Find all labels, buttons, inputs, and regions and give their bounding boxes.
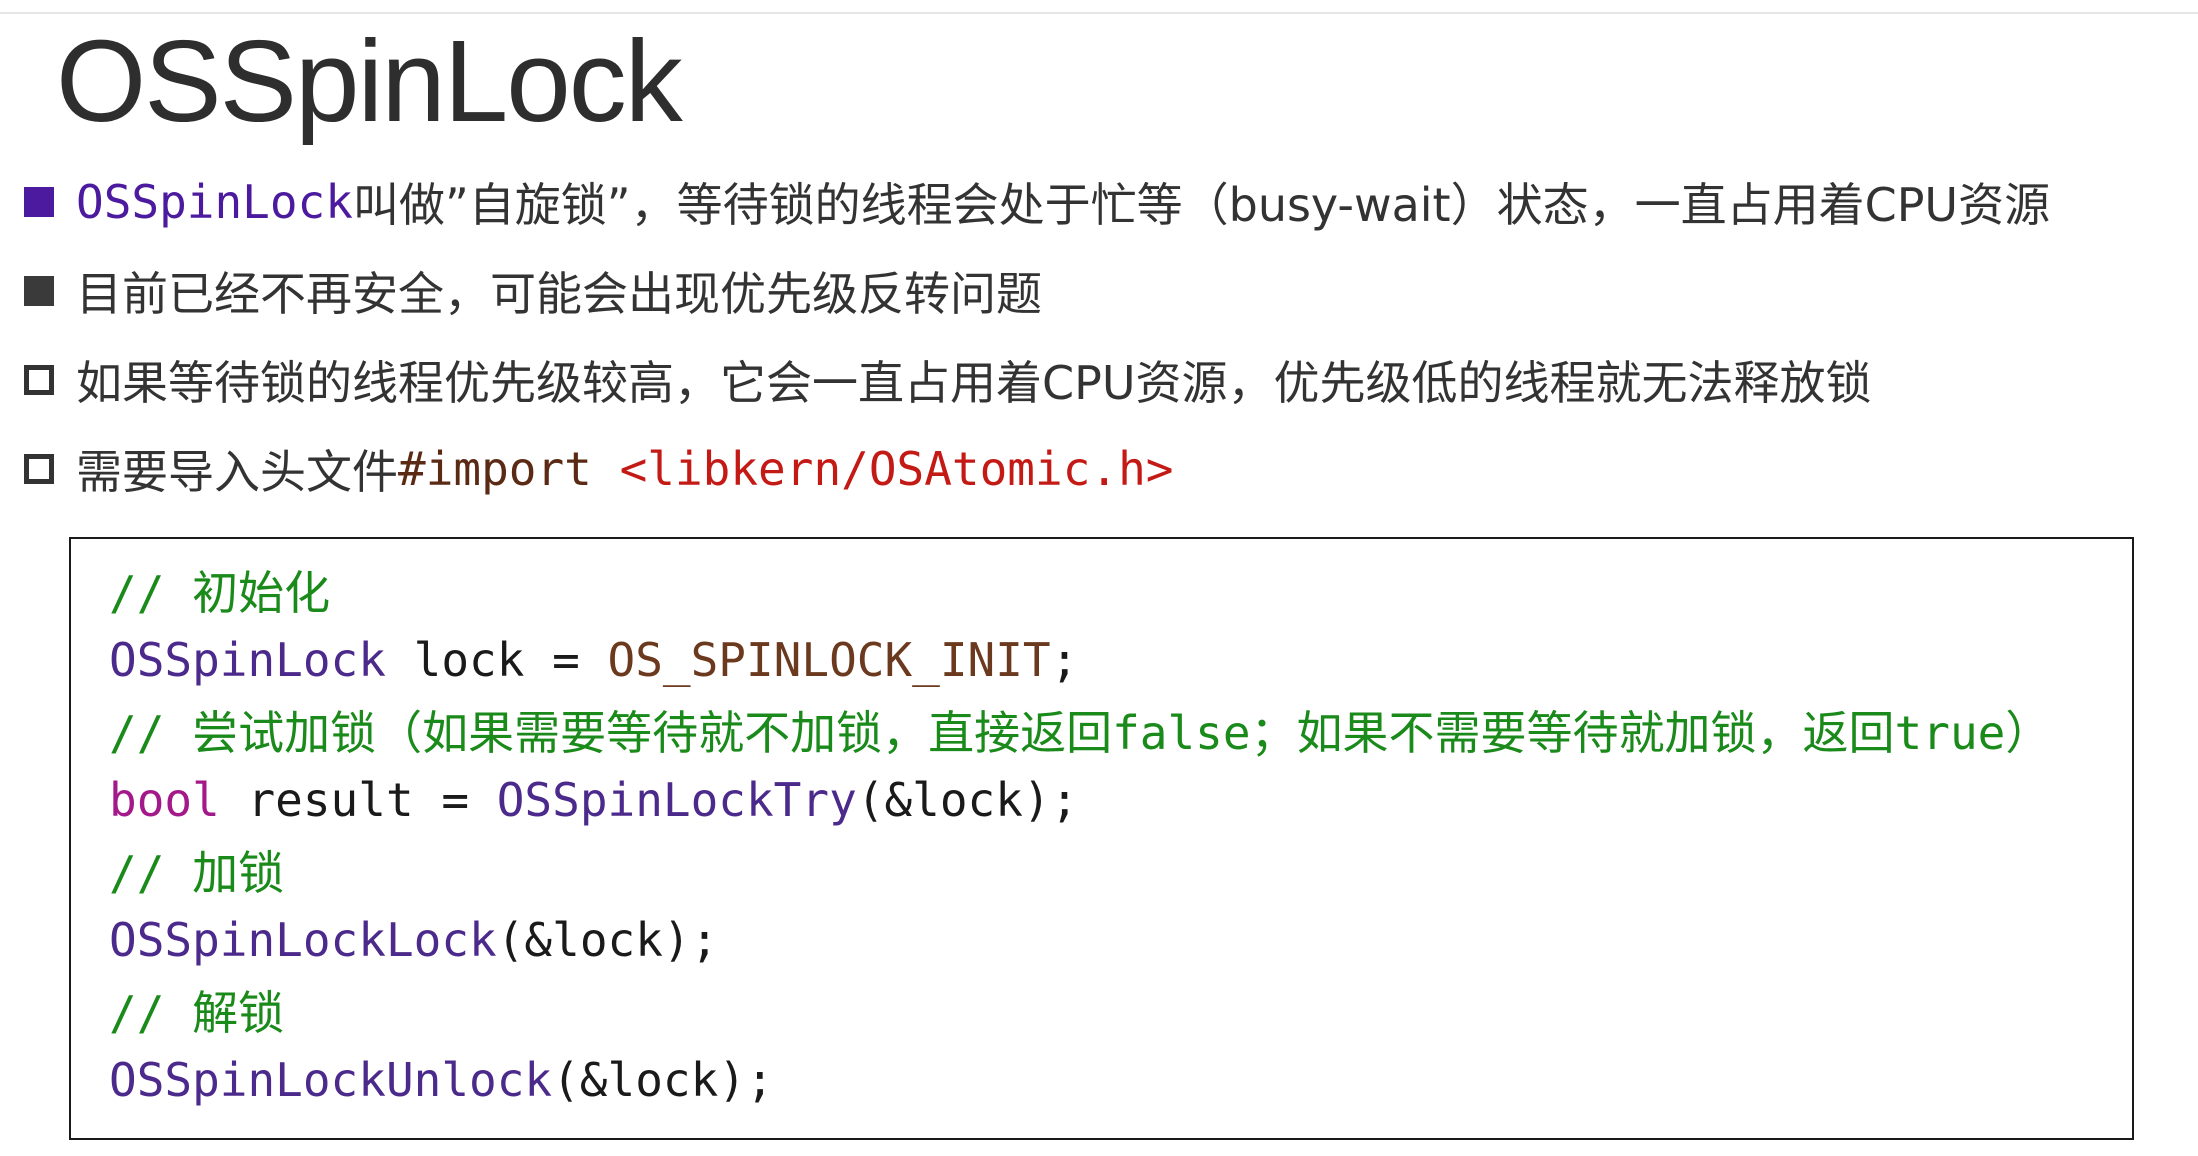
filled-square-bullet-icon [24,276,54,306]
code-line: // 尝试加锁（如果需要等待就不加锁，直接返回false；如果不需要等待就加锁，… [109,697,2051,763]
code-line: OSSpinLockUnlock (&lock); [109,1047,774,1113]
code-text: result = [219,773,497,827]
import-header: <libkern/OSAtomic.h> [619,442,1174,496]
code-comment: // 解锁 [109,986,285,1040]
code-line: OSSpinLockLock (&lock); [109,907,718,973]
code-text: ; [1050,633,1079,687]
bullet-text: 如果等待锁的线程优先级较高，它会一直占用着CPU资源，优先级低的线程就无法释放锁 [76,356,1872,410]
filled-square-bullet-icon [24,187,54,217]
bullet-lead-code: OSSpinLock [76,175,353,229]
code-text: (&lock); [496,913,719,967]
bullet-text: 叫做”自旋锁”，等待锁的线程会处于忙等（busy-wait）状态，一直占用着CP… [352,178,2051,232]
code-comment: // 尝试加锁（如果需要等待就不加锁，直接返回false；如果不需要等待就加锁，… [109,706,2052,760]
bullet-item: 如果等待锁的线程优先级较高，它会一直占用着CPU资源，优先级低的线程就无法释放锁 [24,345,1872,415]
code-line: // 加锁 [109,837,284,903]
hollow-square-bullet-icon [24,454,54,484]
code-text: (&lock); [552,1053,774,1107]
code-comment: // 初始化 [109,566,331,620]
code-macro: OS_SPINLOCK_INIT [607,633,1051,687]
code-line: // 解锁 [109,977,284,1043]
code-type: OSSpinLock [109,633,386,687]
import-directive: #import [398,442,592,496]
hollow-square-bullet-icon [24,365,54,395]
code-text: (&lock); [856,773,1079,827]
bullet-item: 需要导入头文件 #import <libkern/OSAtomic.h> [24,434,1173,504]
code-text: lock = [385,633,608,687]
code-comment: // 加锁 [109,846,285,900]
code-line: bool result = OSSpinLockTry (&lock); [109,767,1078,833]
code-line: // 初始化 [109,557,330,623]
code-function: OSSpinLockLock [109,913,497,967]
code-block: // 初始化 OSSpinLock lock = OS_SPINLOCK_INI… [69,537,2134,1140]
slide-title: OSSpinLock [56,16,683,146]
code-keyword: bool [109,773,220,827]
code-line: OSSpinLock lock = OS_SPINLOCK_INIT; [109,627,1078,693]
bullet-item: OSSpinLock 叫做”自旋锁”，等待锁的线程会处于忙等（busy-wait… [24,167,2050,237]
code-function: OSSpinLockTry [496,773,857,827]
bullet-text: 目前已经不再安全，可能会出现优先级反转问题 [76,267,1042,321]
bullet-text: 需要导入头文件 [76,445,398,499]
bullet-item: 目前已经不再安全，可能会出现优先级反转问题 [24,256,1042,326]
code-function: OSSpinLockUnlock [109,1053,553,1107]
